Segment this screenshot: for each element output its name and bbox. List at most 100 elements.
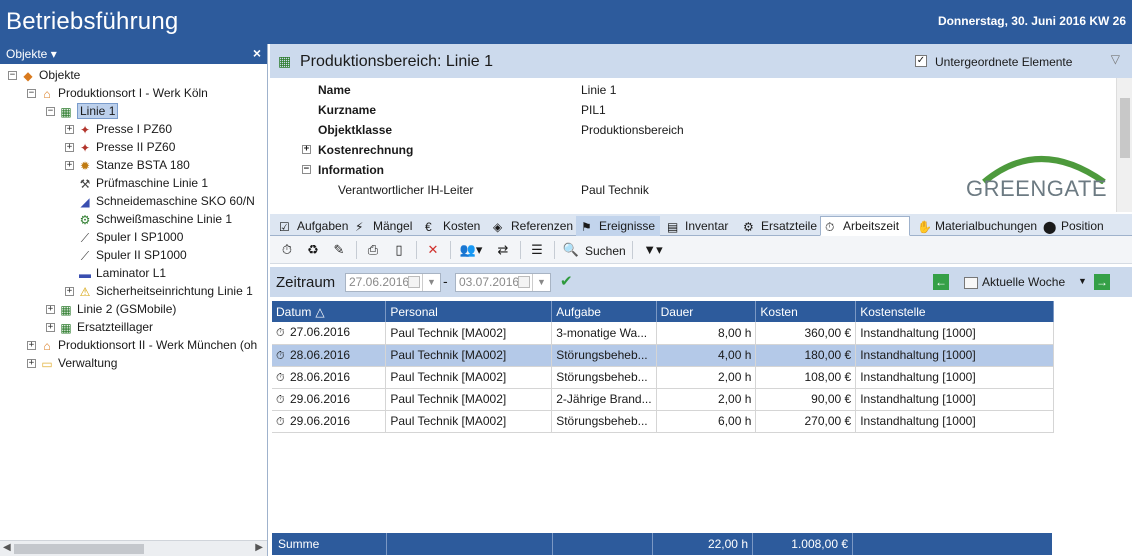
print-preview-icon[interactable]: ▯ bbox=[388, 240, 410, 260]
expand-icon[interactable]: + bbox=[65, 287, 74, 297]
tree-node[interactable]: + ✦ Presse II PZ60 bbox=[65, 138, 175, 156]
collapse-icon[interactable]: − bbox=[302, 165, 311, 174]
worktime-grid: Datum △ Personal Aufgabe Dauer Kosten Kostenst… bbox=[272, 301, 1054, 433]
property-key[interactable]: − Information bbox=[302, 160, 384, 180]
expand-icon[interactable]: + bbox=[65, 143, 74, 153]
chevron-down-icon[interactable]: ▼ bbox=[422, 274, 440, 291]
tab-ereignisse[interactable]: ⚑ Ereignisse bbox=[576, 216, 660, 236]
column-header[interactable]: Aufgabe bbox=[551, 301, 657, 322]
tab-ersatzteile[interactable]: ⚙ Ersatzteile bbox=[738, 216, 818, 236]
column-header[interactable]: Datum △ bbox=[272, 301, 387, 322]
column-header[interactable]: Kostenstelle bbox=[855, 301, 1054, 322]
objects-panel-title[interactable]: Objekte ▾ bbox=[6, 47, 57, 61]
expand-icon[interactable]: + bbox=[302, 145, 311, 154]
properties-panel: Name Linie 1 Kurzname PIL1 Objektklasse Produ… bbox=[270, 78, 1132, 212]
tree-node[interactable]: ▬ Laminator L1 bbox=[65, 264, 166, 282]
tree-node-label: Stanze BSTA 180 bbox=[96, 158, 190, 172]
calendar-icon[interactable] bbox=[518, 276, 530, 288]
expand-icon[interactable]: + bbox=[65, 125, 74, 135]
chevron-down-icon[interactable]: ▼ bbox=[1078, 276, 1087, 286]
delete-icon[interactable]: ✕ bbox=[422, 240, 444, 260]
column-header[interactable]: Kosten bbox=[755, 301, 857, 322]
calendar-icon[interactable] bbox=[408, 276, 420, 288]
expand-icon[interactable]: + bbox=[27, 341, 36, 351]
property-key[interactable]: + Kostenrechnung bbox=[302, 140, 413, 160]
next-week-icon[interactable]: → bbox=[1094, 274, 1110, 290]
table-row[interactable]: ⏱ 28.06.2016 Paul Technik [MA002] Störungsb… bbox=[272, 366, 1054, 389]
edit-icon[interactable]: ✎ bbox=[328, 240, 350, 260]
expand-icon[interactable]: + bbox=[27, 359, 36, 369]
tab-referenzen[interactable]: ◈ Referenzen bbox=[488, 216, 574, 236]
cell-value: Paul Technik [MA002] bbox=[390, 392, 507, 406]
table-row[interactable]: ⏱ 28.06.2016 Paul Technik [MA002] Störungsb… bbox=[272, 344, 1054, 367]
cell-aufgabe: 2-Jährige Brand... bbox=[551, 388, 657, 411]
tree-node[interactable]: + ✦ Presse I PZ60 bbox=[65, 120, 172, 138]
tree-node[interactable]: + ▭ Verwaltung bbox=[27, 354, 117, 372]
scroll-thumb[interactable] bbox=[1120, 98, 1130, 158]
week-select[interactable]: Aktuelle Woche bbox=[964, 275, 1065, 289]
cell-value: Paul Technik [MA002] bbox=[390, 414, 507, 428]
tab-position[interactable]: ⬤ Position bbox=[1038, 216, 1108, 236]
tree-node[interactable]: ◢ Schneidemaschine SKO 60/N bbox=[65, 192, 254, 210]
table-row[interactable]: ⏱ 29.06.2016 Paul Technik [MA002] Störungsb… bbox=[272, 410, 1054, 433]
scroll-thumb[interactable] bbox=[14, 544, 144, 554]
expand-icon[interactable]: + bbox=[46, 305, 55, 315]
table-row[interactable]: ⏱ 29.06.2016 Paul Technik [MA002] 2-Jährige… bbox=[272, 388, 1054, 411]
tree-node[interactable]: − ⌂ Produktionsort I - Werk Köln bbox=[27, 84, 208, 102]
tab-kosten[interactable]: € Kosten bbox=[420, 216, 486, 236]
toolbar-separator bbox=[520, 241, 521, 259]
collapse-icon[interactable]: − bbox=[46, 107, 55, 117]
chevron-down-icon[interactable]: ▼ bbox=[532, 274, 550, 291]
new-worktime-icon[interactable]: ⏱ bbox=[276, 240, 298, 260]
tree-node[interactable]: + ▦ Linie 2 (GSMobile) bbox=[46, 300, 176, 318]
spooler-icon: ⟋ bbox=[80, 248, 90, 263]
table-row[interactable]: ⏱ 27.06.2016 Paul Technik [MA002] 3-monatig… bbox=[272, 322, 1054, 345]
transfer-icon[interactable]: ⇄ bbox=[492, 240, 514, 260]
print-icon[interactable]: ⎙ bbox=[362, 240, 384, 260]
collapse-icon[interactable]: − bbox=[8, 71, 17, 81]
tree-node[interactable]: + ⌂ Produktionsort II - Werk München (oh bbox=[27, 336, 257, 354]
tab-aufgaben[interactable]: ☑ Aufgaben bbox=[274, 216, 348, 236]
filter-icon[interactable]: ▼▾ bbox=[638, 240, 668, 260]
tab-inventar[interactable]: ▤ Inventar bbox=[662, 216, 736, 236]
tree-node[interactable]: − ◆ Objekte bbox=[8, 66, 80, 84]
assign-person-icon[interactable]: 👥▾ bbox=[456, 240, 486, 260]
tree-node[interactable]: + ▦ Ersatzteillager bbox=[46, 318, 153, 336]
scroll-right-icon[interactable]: ▶ bbox=[255, 542, 263, 553]
tree-node[interactable]: + ⚠ Sicherheitseinrichtung Linie 1 bbox=[65, 282, 253, 300]
tree-node[interactable]: ⚒ Prüfmaschine Linie 1 bbox=[65, 174, 208, 192]
tree-node[interactable]: − ▦ Linie 1 bbox=[46, 102, 119, 120]
copy-worktime-icon[interactable]: ♻ bbox=[302, 240, 324, 260]
expand-icon[interactable]: + bbox=[65, 161, 74, 171]
tree-node[interactable]: ⟋ Spuler II SP1000 bbox=[65, 246, 187, 264]
properties-scrollbar[interactable] bbox=[1116, 78, 1132, 212]
subitems-checkbox[interactable]: ✓ bbox=[915, 55, 927, 67]
tree-node[interactable]: + ✹ Stanze BSTA 180 bbox=[65, 156, 190, 174]
tab-materialbuchungen[interactable]: ✋ Materialbuchungen bbox=[912, 216, 1037, 236]
tab-arbeitszeit[interactable]: ⏱ Arbeitszeit bbox=[820, 216, 910, 236]
expand-icon[interactable]: + bbox=[46, 323, 55, 333]
tree-horizontal-scrollbar[interactable]: ◀ ▶ bbox=[0, 540, 267, 556]
apply-period-icon[interactable]: ✔ bbox=[560, 272, 573, 290]
period-from-field[interactable]: 27.06.2016 ▼ bbox=[345, 273, 441, 292]
tree-node[interactable]: ⟋ Spuler I SP1000 bbox=[65, 228, 184, 246]
period-to-field[interactable]: 03.07.2016 ▼ bbox=[455, 273, 551, 292]
cell-aufgabe: Störungsbeheb... bbox=[551, 344, 657, 367]
search-button[interactable]: Suchen bbox=[585, 244, 626, 258]
filter-toggle-icon[interactable]: ▽ bbox=[1111, 52, 1120, 66]
close-icon[interactable]: × bbox=[253, 45, 261, 61]
previous-week-icon[interactable]: ← bbox=[933, 274, 949, 290]
scroll-left-icon[interactable]: ◀ bbox=[3, 542, 11, 553]
column-header[interactable]: Dauer bbox=[656, 301, 757, 322]
tree-view-icon[interactable]: ☰ bbox=[526, 240, 548, 260]
cell-kostenstelle: Instandhaltung [1000] bbox=[855, 344, 1054, 367]
column-header[interactable]: Personal bbox=[385, 301, 553, 322]
tree-node[interactable]: ⚙ Schweißmaschine Linie 1 bbox=[65, 210, 232, 228]
cell-kostenstelle: Instandhaltung [1000] bbox=[855, 388, 1054, 411]
collapse-icon[interactable]: − bbox=[27, 89, 36, 99]
tab-mängel[interactable]: ⚡ Mängel bbox=[350, 216, 418, 236]
warning-icon: ⚠ bbox=[79, 284, 91, 299]
worktime-icon: ⏱ bbox=[276, 327, 285, 340]
search-icon[interactable]: 🔍 bbox=[560, 240, 582, 260]
subitems-label[interactable]: Untergeordnete Elemente bbox=[935, 55, 1072, 69]
